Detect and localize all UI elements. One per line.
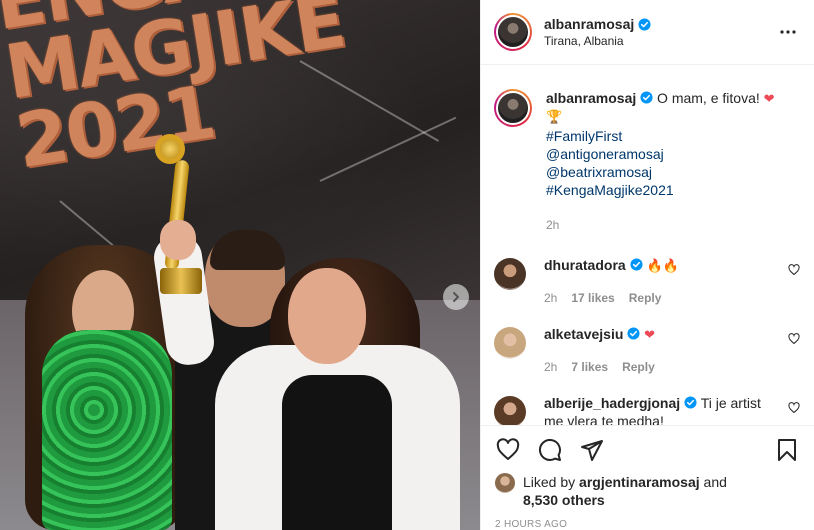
reply-button[interactable]: Reply	[622, 358, 655, 376]
comment-text: 🔥🔥	[646, 259, 679, 274]
liker-username[interactable]: argjentinaramosaj	[579, 474, 700, 490]
commenter-username[interactable]: dhuratadora	[544, 257, 626, 273]
bookmark-icon	[778, 438, 796, 461]
verified-badge-icon	[627, 327, 640, 340]
trophy-icon	[155, 134, 185, 164]
comment-likes[interactable]: 7 likes	[571, 358, 608, 376]
story-ring[interactable]	[494, 13, 532, 51]
commenter-avatar[interactable]	[494, 396, 526, 425]
black-top	[282, 375, 392, 530]
post-header: albanramosaj Tirana, Albania	[481, 0, 814, 65]
caption-text: O mam, e fitova!	[657, 90, 760, 106]
author-username[interactable]: albanramosaj	[544, 16, 634, 32]
comment-meta: 2h 7 likes Reply	[544, 358, 766, 376]
avatar	[496, 15, 530, 49]
like-button[interactable]	[495, 437, 521, 463]
mention-link[interactable]: @beatrixramosaj	[546, 163, 786, 181]
comment-body: alketavejsiu ❤ 2h 7 likes Reply	[544, 325, 766, 376]
next-image-button[interactable]	[443, 284, 469, 310]
commenter-avatar[interactable]	[494, 327, 526, 359]
comment: dhuratadora 🔥🔥 2h 17 likes Reply	[494, 256, 800, 307]
likes-text: Liked by argjentinaramosaj and 8,530 oth…	[523, 473, 727, 509]
woman-right-face	[288, 268, 366, 364]
heart-emoji: ❤	[763, 92, 775, 107]
caption: albanramosaj O mam, e fitova! ❤ 🏆 #Famil…	[494, 89, 800, 234]
location-link[interactable]: Tirana, Albania	[544, 34, 776, 48]
like-comment-heart-icon[interactable]	[788, 402, 800, 414]
author-username-row: albanramosaj	[544, 16, 776, 32]
trophy-base	[160, 268, 202, 294]
verified-badge-icon	[640, 91, 653, 104]
comment-text: ❤	[644, 328, 656, 343]
instagram-post: ENGA MAGJIKE 2021 al	[0, 0, 814, 530]
ellipsis-icon	[780, 30, 796, 34]
likes-others[interactable]: 8,530 others	[523, 492, 605, 508]
hashtag-link[interactable]: #KengaMagjike2021	[546, 181, 786, 199]
like-comment-heart-icon[interactable]	[788, 264, 800, 276]
caption-story-ring[interactable]	[494, 89, 532, 127]
comment-body: dhuratadora 🔥🔥 2h 17 likes Reply	[544, 256, 766, 307]
action-bar	[481, 425, 814, 473]
author-info: albanramosaj Tirana, Albania	[544, 16, 776, 48]
heart-icon	[496, 437, 520, 460]
comment-likes[interactable]: 17 likes	[571, 289, 614, 307]
comment-time[interactable]: 2h	[544, 358, 557, 376]
share-button[interactable]	[579, 437, 605, 463]
commenter-avatar[interactable]	[494, 258, 526, 290]
likes-summary: Liked by argjentinaramosaj and 8,530 oth…	[481, 473, 814, 509]
comments-section: albanramosaj O mam, e fitova! ❤ 🏆 #Famil…	[481, 65, 814, 425]
comment-meta: 2h 17 likes Reply	[544, 289, 766, 307]
comment: alberije_hadergjonaj Ti je artist me vle…	[494, 394, 800, 425]
caption-username[interactable]: albanramosaj	[546, 90, 636, 106]
comment: alketavejsiu ❤ 2h 7 likes Reply	[494, 325, 800, 376]
paper-plane-icon	[581, 439, 603, 461]
post-timestamp[interactable]: 2 HOURS AGO	[481, 509, 814, 530]
save-button[interactable]	[774, 437, 800, 463]
green-dress	[42, 330, 172, 530]
like-comment-heart-icon[interactable]	[788, 333, 800, 345]
likes-prefix: Liked by	[523, 474, 576, 490]
chevron-right-icon	[453, 292, 459, 302]
reply-button[interactable]: Reply	[629, 289, 662, 307]
verified-badge-icon	[684, 396, 697, 409]
more-options-button[interactable]	[776, 20, 800, 44]
comment-button[interactable]	[537, 437, 563, 463]
likes-and: and	[703, 474, 727, 490]
liker-avatar[interactable]	[495, 473, 515, 493]
post-side-panel: albanramosaj Tirana, Albania albanramosa…	[480, 0, 814, 530]
hand	[160, 220, 196, 260]
caption-time[interactable]: 2h	[546, 216, 786, 234]
verified-badge-icon	[638, 17, 651, 31]
verified-badge-icon	[630, 258, 643, 271]
mention-link[interactable]: @antigoneramosaj	[546, 145, 786, 163]
caption-first-line: albanramosaj O mam, e fitova! ❤	[546, 89, 786, 109]
avatar	[496, 91, 530, 125]
hashtag-link[interactable]: #FamilyFirst	[546, 127, 786, 145]
post-photo[interactable]: ENGA MAGJIKE 2021	[0, 0, 480, 530]
commenter-username[interactable]: alberije_hadergjonaj	[544, 395, 680, 411]
comment-time[interactable]: 2h	[544, 289, 557, 307]
trophy-emoji: 🏆	[546, 110, 563, 125]
caption-body: albanramosaj O mam, e fitova! ❤ 🏆 #Famil…	[546, 89, 786, 234]
comment-body: alberije_hadergjonaj Ti je artist me vle…	[544, 394, 766, 425]
commenter-username[interactable]: alketavejsiu	[544, 326, 623, 342]
comment-bubble-icon	[538, 438, 561, 461]
